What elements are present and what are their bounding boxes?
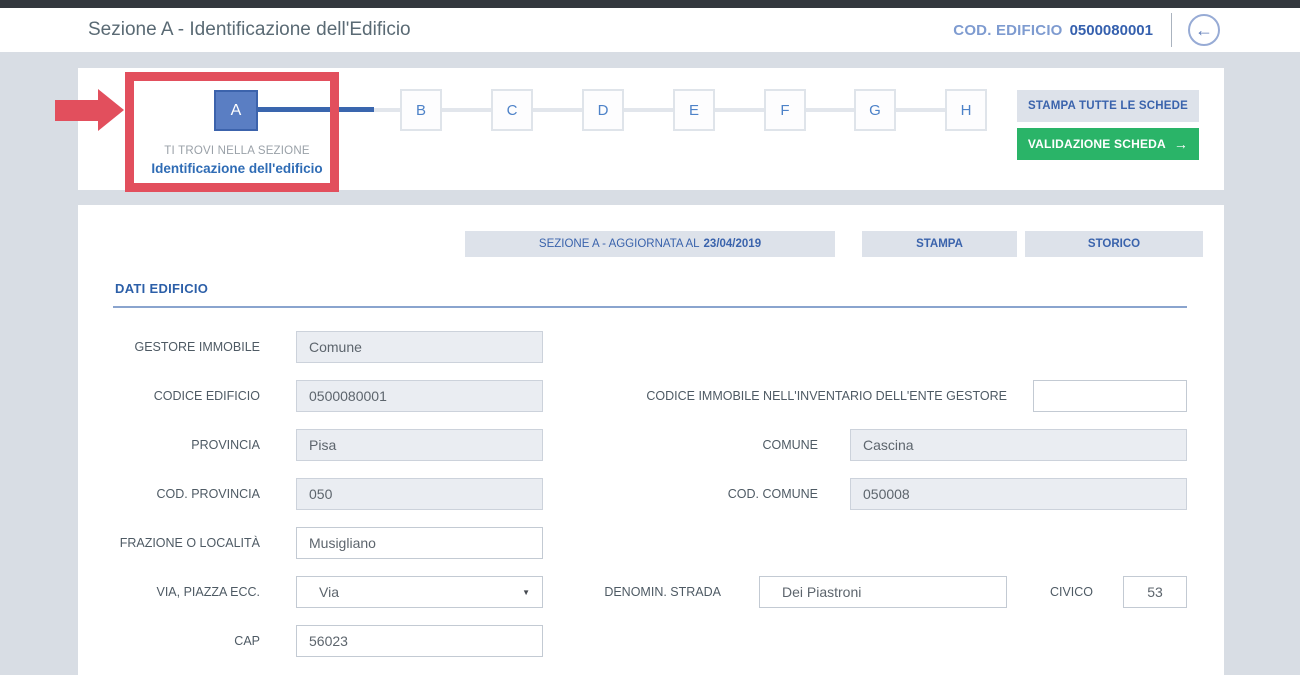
civico-label: CIVICO <box>993 576 1093 608</box>
provincia-label: PROVINCIA <box>78 429 260 461</box>
via-piazza-label: VIA, PIAZZA ECC. <box>78 576 260 608</box>
section-updated-button[interactable]: SEZIONE A - AGGIORNATA AL 23/04/2019 <box>465 231 835 257</box>
step-g[interactable]: G <box>854 89 896 131</box>
frazione-localita-field[interactable] <box>296 527 543 559</box>
gestore-immobile-label: GESTORE IMMOBILE <box>78 331 260 363</box>
history-button[interactable]: STORICO <box>1025 231 1203 257</box>
codice-edificio-label: CODICE EDIFICIO <box>78 380 260 412</box>
provincia-field <box>296 429 543 461</box>
form-card: SEZIONE A - AGGIORNATA AL 23/04/2019 STA… <box>78 205 1224 675</box>
page-title: Sezione A - Identificazione dell'Edifici… <box>88 19 411 41</box>
section-updated-label: SEZIONE A - AGGIORNATA AL <box>539 238 700 250</box>
back-button[interactable]: ← <box>1188 14 1220 46</box>
step-connector <box>533 108 582 112</box>
annotation-arrow-body <box>55 100 98 121</box>
form-section-title: DATI EDIFICIO <box>115 281 208 296</box>
annotation-highlight-box <box>125 72 339 192</box>
top-bar <box>0 0 1300 8</box>
section-title-rule <box>113 306 1187 308</box>
denominazione-strada-field[interactable] <box>759 576 1007 608</box>
step-connector <box>715 108 764 112</box>
header-divider <box>1171 13 1172 47</box>
step-h[interactable]: H <box>945 89 987 131</box>
annotation-arrow-head <box>98 89 124 131</box>
frazione-localita-label: FRAZIONE O LOCALITÀ <box>78 527 260 559</box>
step-connector <box>806 108 854 112</box>
civico-field[interactable] <box>1123 576 1187 608</box>
gestore-immobile-field <box>296 331 543 363</box>
street-type-selected-value: Via <box>319 584 339 600</box>
cod-provincia-label: COD. PROVINCIA <box>78 478 260 510</box>
step-connector <box>624 108 673 112</box>
cap-field[interactable] <box>296 625 543 657</box>
header-right: COD. EDIFICIO 0500080001 ← <box>953 13 1220 47</box>
validate-sheet-label: VALIDAZIONE SCHEDA <box>1028 137 1166 151</box>
validate-sheet-button[interactable]: VALIDAZIONE SCHEDA → <box>1017 128 1199 160</box>
comune-label: COMUNE <box>618 429 818 461</box>
step-connector <box>374 108 400 112</box>
denominazione-strada-label: DENOMIN. STRADA <box>521 576 721 608</box>
step-connector <box>442 108 491 112</box>
right-arrow-icon: → <box>1174 136 1188 152</box>
comune-field <box>850 429 1187 461</box>
codice-immobile-inventario-label: CODICE IMMOBILE NELL'INVENTARIO DELL'ENT… <box>422 380 1007 412</box>
street-type-select[interactable]: Via ▼ <box>296 576 543 608</box>
print-all-sheets-button[interactable]: STAMPA TUTTE LE SCHEDE <box>1017 90 1199 122</box>
step-d[interactable]: D <box>582 89 624 131</box>
section-updated-date: 23/04/2019 <box>704 238 762 250</box>
back-arrow-icon: ← <box>1195 20 1213 41</box>
codice-immobile-inventario-field[interactable] <box>1033 380 1187 412</box>
step-f[interactable]: F <box>764 89 806 131</box>
cod-provincia-field <box>296 478 543 510</box>
page-header: Sezione A - Identificazione dell'Edifici… <box>0 8 1300 52</box>
building-code-label: COD. EDIFICIO <box>953 22 1062 39</box>
step-connector <box>896 108 945 112</box>
print-button[interactable]: STAMPA <box>862 231 1017 257</box>
cap-label: CAP <box>78 625 260 657</box>
cod-comune-label: COD. COMUNE <box>618 478 818 510</box>
step-e[interactable]: E <box>673 89 715 131</box>
building-code-value: 0500080001 <box>1070 22 1153 39</box>
step-b[interactable]: B <box>400 89 442 131</box>
step-c[interactable]: C <box>491 89 533 131</box>
cod-comune-field <box>850 478 1187 510</box>
